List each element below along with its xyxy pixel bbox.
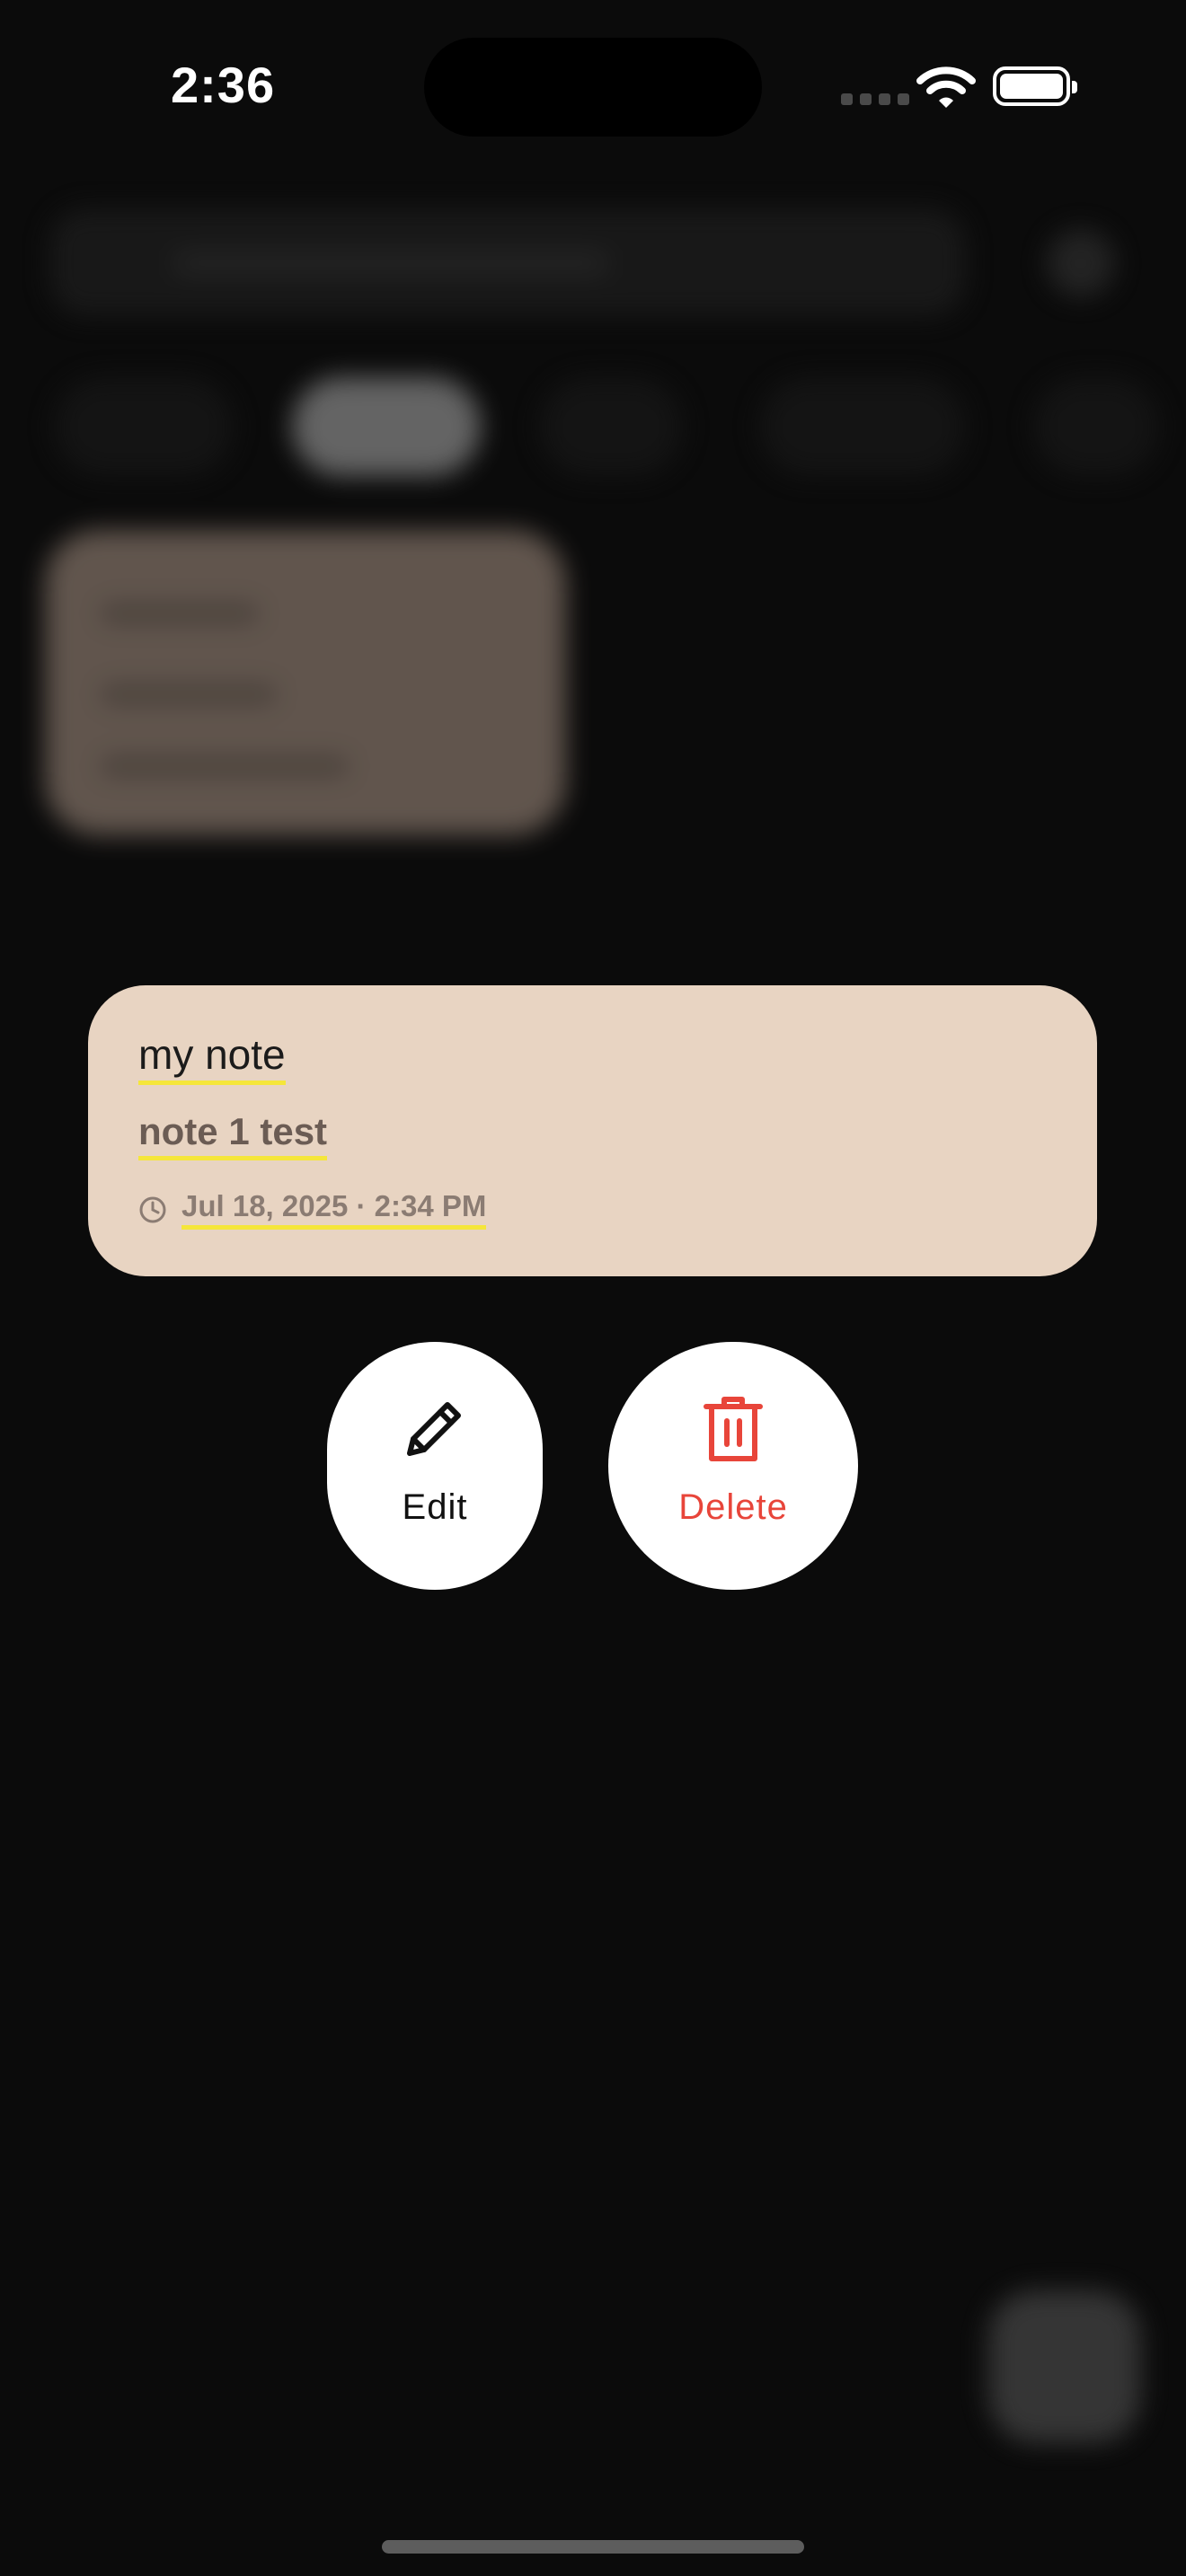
filter-chip-blurred xyxy=(54,377,234,476)
note-body: note 1 test xyxy=(138,1111,328,1160)
delete-button[interactable]: Delete xyxy=(608,1342,858,1590)
clock-icon xyxy=(139,1196,166,1223)
search-placeholder-blurred xyxy=(175,255,606,271)
wifi-icon xyxy=(916,66,976,108)
cellular-icon xyxy=(841,93,909,105)
filter-chip-blurred xyxy=(1033,377,1159,476)
filter-chip-blurred xyxy=(539,377,683,476)
note-date: Jul 18, 2025 · 2:34 PM xyxy=(181,1190,487,1230)
delete-label: Delete xyxy=(678,1487,788,1527)
battery-icon xyxy=(993,66,1077,106)
settings-icon-blurred xyxy=(1047,229,1115,297)
note-body-blurred xyxy=(99,683,279,706)
screen: 2:36 my note note 1 test Jul 18, 2025 · … xyxy=(0,0,1186,2576)
edit-label: Edit xyxy=(402,1487,468,1527)
pencil-icon xyxy=(407,1402,461,1456)
note-date-blurred xyxy=(99,754,350,778)
note-title-blurred xyxy=(99,602,261,625)
status-time: 2:36 xyxy=(171,57,276,113)
trash-icon xyxy=(704,1397,763,1461)
edit-button[interactable]: Edit xyxy=(327,1342,543,1590)
dynamic-island xyxy=(424,38,762,137)
home-indicator[interactable] xyxy=(382,2540,804,2554)
note-card-preview[interactable]: my note note 1 test Jul 18, 2025 · 2:34 … xyxy=(88,985,1097,1276)
filter-chip-blurred xyxy=(759,377,966,476)
note-title: my note xyxy=(138,1032,286,1085)
note-card-blurred xyxy=(45,530,566,835)
note-meta: Jul 18, 2025 · 2:34 PM xyxy=(138,1190,487,1230)
search-bar-blurred xyxy=(49,208,966,316)
blurred-background xyxy=(0,0,1186,2576)
add-note-button-blurred xyxy=(988,2290,1141,2443)
filter-chip-active-blurred xyxy=(292,377,481,476)
